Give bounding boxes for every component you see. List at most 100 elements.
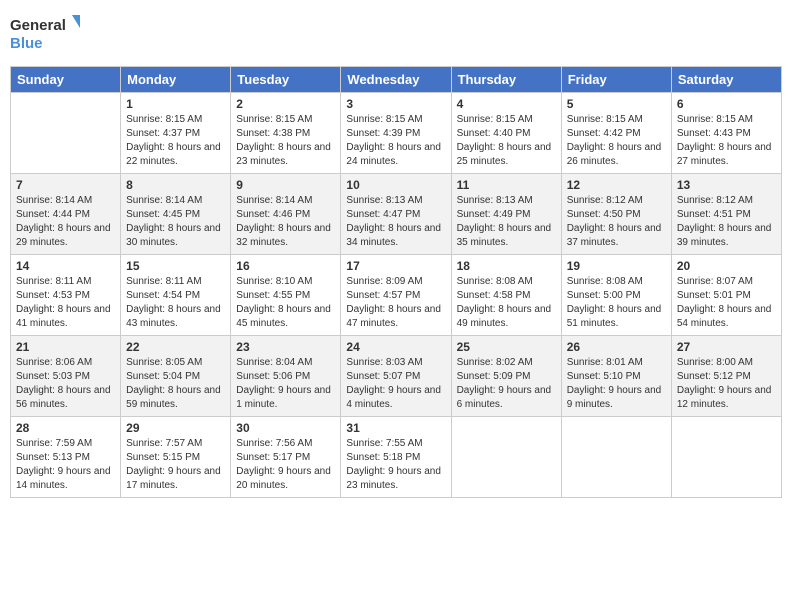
- calendar-cell: 17 Sunrise: 8:09 AMSunset: 4:57 PMDaylig…: [341, 255, 451, 336]
- calendar-cell: 16 Sunrise: 8:10 AMSunset: 4:55 PMDaylig…: [231, 255, 341, 336]
- calendar-table: SundayMondayTuesdayWednesdayThursdayFrid…: [10, 66, 782, 498]
- day-number: 25: [457, 340, 556, 354]
- header-thursday: Thursday: [451, 67, 561, 93]
- calendar-cell: 3 Sunrise: 8:15 AMSunset: 4:39 PMDayligh…: [341, 93, 451, 174]
- day-number: 21: [16, 340, 115, 354]
- day-number: 7: [16, 178, 115, 192]
- calendar-cell: 25 Sunrise: 8:02 AMSunset: 5:09 PMDaylig…: [451, 336, 561, 417]
- day-info: Sunrise: 8:07 AMSunset: 5:01 PMDaylight:…: [677, 275, 776, 331]
- day-info: Sunrise: 8:15 AMSunset: 4:37 PMDaylight:…: [126, 113, 225, 169]
- day-info: Sunrise: 8:14 AMSunset: 4:44 PMDaylight:…: [16, 194, 115, 250]
- day-info: Sunrise: 7:57 AMSunset: 5:15 PMDaylight:…: [126, 437, 225, 493]
- day-number: 9: [236, 178, 335, 192]
- day-info: Sunrise: 7:59 AMSunset: 5:13 PMDaylight:…: [16, 437, 115, 493]
- header-friday: Friday: [561, 67, 671, 93]
- day-info: Sunrise: 8:15 AMSunset: 4:39 PMDaylight:…: [346, 113, 445, 169]
- calendar-cell: 21 Sunrise: 8:06 AMSunset: 5:03 PMDaylig…: [11, 336, 121, 417]
- day-info: Sunrise: 8:05 AMSunset: 5:04 PMDaylight:…: [126, 356, 225, 412]
- calendar-cell: 19 Sunrise: 8:08 AMSunset: 5:00 PMDaylig…: [561, 255, 671, 336]
- day-info: Sunrise: 8:12 AMSunset: 4:51 PMDaylight:…: [677, 194, 776, 250]
- calendar-cell: [451, 417, 561, 498]
- calendar-cell: 9 Sunrise: 8:14 AMSunset: 4:46 PMDayligh…: [231, 174, 341, 255]
- day-number: 30: [236, 421, 335, 435]
- day-number: 4: [457, 97, 556, 111]
- day-number: 10: [346, 178, 445, 192]
- svg-text:General: General: [10, 17, 66, 34]
- day-number: 31: [346, 421, 445, 435]
- calendar-cell: 31 Sunrise: 7:55 AMSunset: 5:18 PMDaylig…: [341, 417, 451, 498]
- calendar-cell: 4 Sunrise: 8:15 AMSunset: 4:40 PMDayligh…: [451, 93, 561, 174]
- calendar-cell: 7 Sunrise: 8:14 AMSunset: 4:44 PMDayligh…: [11, 174, 121, 255]
- day-number: 11: [457, 178, 556, 192]
- calendar-cell: 27 Sunrise: 8:00 AMSunset: 5:12 PMDaylig…: [671, 336, 781, 417]
- day-number: 15: [126, 259, 225, 273]
- day-number: 3: [346, 97, 445, 111]
- calendar-cell: [11, 93, 121, 174]
- day-info: Sunrise: 8:04 AMSunset: 5:06 PMDaylight:…: [236, 356, 335, 412]
- day-number: 6: [677, 97, 776, 111]
- calendar-cell: 15 Sunrise: 8:11 AMSunset: 4:54 PMDaylig…: [121, 255, 231, 336]
- header-sunday: Sunday: [11, 67, 121, 93]
- calendar-cell: 22 Sunrise: 8:05 AMSunset: 5:04 PMDaylig…: [121, 336, 231, 417]
- day-info: Sunrise: 8:13 AMSunset: 4:49 PMDaylight:…: [457, 194, 556, 250]
- day-info: Sunrise: 8:15 AMSunset: 4:40 PMDaylight:…: [457, 113, 556, 169]
- header: General Blue: [10, 10, 782, 60]
- logo: General Blue: [10, 10, 80, 60]
- day-info: Sunrise: 8:15 AMSunset: 4:42 PMDaylight:…: [567, 113, 666, 169]
- calendar-cell: 23 Sunrise: 8:04 AMSunset: 5:06 PMDaylig…: [231, 336, 341, 417]
- day-number: 17: [346, 259, 445, 273]
- calendar-cell: 13 Sunrise: 8:12 AMSunset: 4:51 PMDaylig…: [671, 174, 781, 255]
- calendar-cell: 29 Sunrise: 7:57 AMSunset: 5:15 PMDaylig…: [121, 417, 231, 498]
- calendar-cell: 2 Sunrise: 8:15 AMSunset: 4:38 PMDayligh…: [231, 93, 341, 174]
- header-tuesday: Tuesday: [231, 67, 341, 93]
- day-info: Sunrise: 7:56 AMSunset: 5:17 PMDaylight:…: [236, 437, 335, 493]
- calendar-cell: 18 Sunrise: 8:08 AMSunset: 4:58 PMDaylig…: [451, 255, 561, 336]
- day-info: Sunrise: 8:08 AMSunset: 5:00 PMDaylight:…: [567, 275, 666, 331]
- day-number: 16: [236, 259, 335, 273]
- day-info: Sunrise: 8:12 AMSunset: 4:50 PMDaylight:…: [567, 194, 666, 250]
- day-info: Sunrise: 8:10 AMSunset: 4:55 PMDaylight:…: [236, 275, 335, 331]
- logo-container: General Blue: [10, 10, 80, 60]
- day-info: Sunrise: 8:01 AMSunset: 5:10 PMDaylight:…: [567, 356, 666, 412]
- day-number: 20: [677, 259, 776, 273]
- calendar-cell: [671, 417, 781, 498]
- calendar-cell: 28 Sunrise: 7:59 AMSunset: 5:13 PMDaylig…: [11, 417, 121, 498]
- day-number: 26: [567, 340, 666, 354]
- calendar-cell: 12 Sunrise: 8:12 AMSunset: 4:50 PMDaylig…: [561, 174, 671, 255]
- day-info: Sunrise: 8:11 AMSunset: 4:54 PMDaylight:…: [126, 275, 225, 331]
- day-info: Sunrise: 8:00 AMSunset: 5:12 PMDaylight:…: [677, 356, 776, 412]
- day-number: 19: [567, 259, 666, 273]
- day-info: Sunrise: 8:06 AMSunset: 5:03 PMDaylight:…: [16, 356, 115, 412]
- day-number: 22: [126, 340, 225, 354]
- day-info: Sunrise: 8:15 AMSunset: 4:43 PMDaylight:…: [677, 113, 776, 169]
- day-number: 18: [457, 259, 556, 273]
- calendar-cell: 14 Sunrise: 8:11 AMSunset: 4:53 PMDaylig…: [11, 255, 121, 336]
- calendar-cell: 6 Sunrise: 8:15 AMSunset: 4:43 PMDayligh…: [671, 93, 781, 174]
- day-number: 14: [16, 259, 115, 273]
- header-wednesday: Wednesday: [341, 67, 451, 93]
- day-number: 24: [346, 340, 445, 354]
- calendar-cell: [561, 417, 671, 498]
- header-saturday: Saturday: [671, 67, 781, 93]
- calendar-cell: 30 Sunrise: 7:56 AMSunset: 5:17 PMDaylig…: [231, 417, 341, 498]
- day-number: 8: [126, 178, 225, 192]
- calendar-cell: 10 Sunrise: 8:13 AMSunset: 4:47 PMDaylig…: [341, 174, 451, 255]
- day-number: 5: [567, 97, 666, 111]
- logo-svg: General Blue: [10, 10, 80, 55]
- calendar-cell: 24 Sunrise: 8:03 AMSunset: 5:07 PMDaylig…: [341, 336, 451, 417]
- day-number: 13: [677, 178, 776, 192]
- svg-text:Blue: Blue: [10, 35, 43, 52]
- day-info: Sunrise: 8:11 AMSunset: 4:53 PMDaylight:…: [16, 275, 115, 331]
- day-info: Sunrise: 8:14 AMSunset: 4:46 PMDaylight:…: [236, 194, 335, 250]
- calendar-cell: 11 Sunrise: 8:13 AMSunset: 4:49 PMDaylig…: [451, 174, 561, 255]
- calendar-cell: 1 Sunrise: 8:15 AMSunset: 4:37 PMDayligh…: [121, 93, 231, 174]
- day-info: Sunrise: 8:15 AMSunset: 4:38 PMDaylight:…: [236, 113, 335, 169]
- day-info: Sunrise: 8:03 AMSunset: 5:07 PMDaylight:…: [346, 356, 445, 412]
- day-number: 2: [236, 97, 335, 111]
- day-info: Sunrise: 8:09 AMSunset: 4:57 PMDaylight:…: [346, 275, 445, 331]
- calendar-cell: 26 Sunrise: 8:01 AMSunset: 5:10 PMDaylig…: [561, 336, 671, 417]
- day-number: 29: [126, 421, 225, 435]
- calendar-cell: 5 Sunrise: 8:15 AMSunset: 4:42 PMDayligh…: [561, 93, 671, 174]
- day-info: Sunrise: 8:14 AMSunset: 4:45 PMDaylight:…: [126, 194, 225, 250]
- day-info: Sunrise: 8:02 AMSunset: 5:09 PMDaylight:…: [457, 356, 556, 412]
